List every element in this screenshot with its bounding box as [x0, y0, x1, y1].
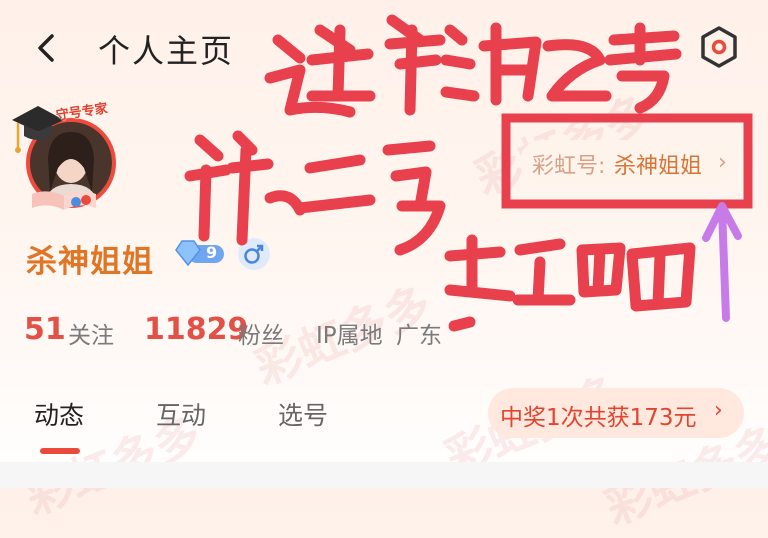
rainbow-id-value: 杀神姐姐 [614, 154, 703, 179]
page-title: 个人主页 [98, 32, 235, 70]
user-name: 杀神姐姐 [26, 244, 154, 280]
ip-location-value: 广东 [396, 323, 442, 349]
hexagon-settings-icon [701, 26, 737, 68]
level-number: 9 [206, 243, 218, 262]
prize-summary-text: 中奖1次共获173元 [500, 405, 697, 431]
back-button[interactable] [30, 30, 66, 66]
rainbow-id-label: 彩虹号: [532, 154, 606, 179]
tab-interaction[interactable]: 互动 [156, 396, 206, 432]
tab-dynamics[interactable]: 动态 [34, 396, 84, 432]
book-icon [32, 191, 96, 210]
followers-count[interactable]: 11829 [144, 312, 248, 347]
tab-number-pick[interactable]: 选号 [278, 396, 328, 432]
followers-label[interactable]: 粉丝 [238, 316, 284, 350]
chevron-right-icon: › [714, 398, 723, 423]
diamond-level-icon [175, 240, 224, 267]
chevron-left-icon [38, 34, 54, 62]
feed-content-area [0, 462, 768, 488]
following-count[interactable]: 51 [24, 312, 66, 347]
chevron-right-icon: › [718, 150, 727, 175]
male-icon [244, 244, 264, 264]
level-badge: 9 [168, 238, 226, 268]
gender-badge [238, 238, 270, 270]
ip-location-label: IP属地 [316, 323, 383, 349]
following-label[interactable]: 关注 [68, 316, 114, 350]
settings-button[interactable] [696, 24, 742, 70]
active-tab-indicator [40, 448, 80, 454]
